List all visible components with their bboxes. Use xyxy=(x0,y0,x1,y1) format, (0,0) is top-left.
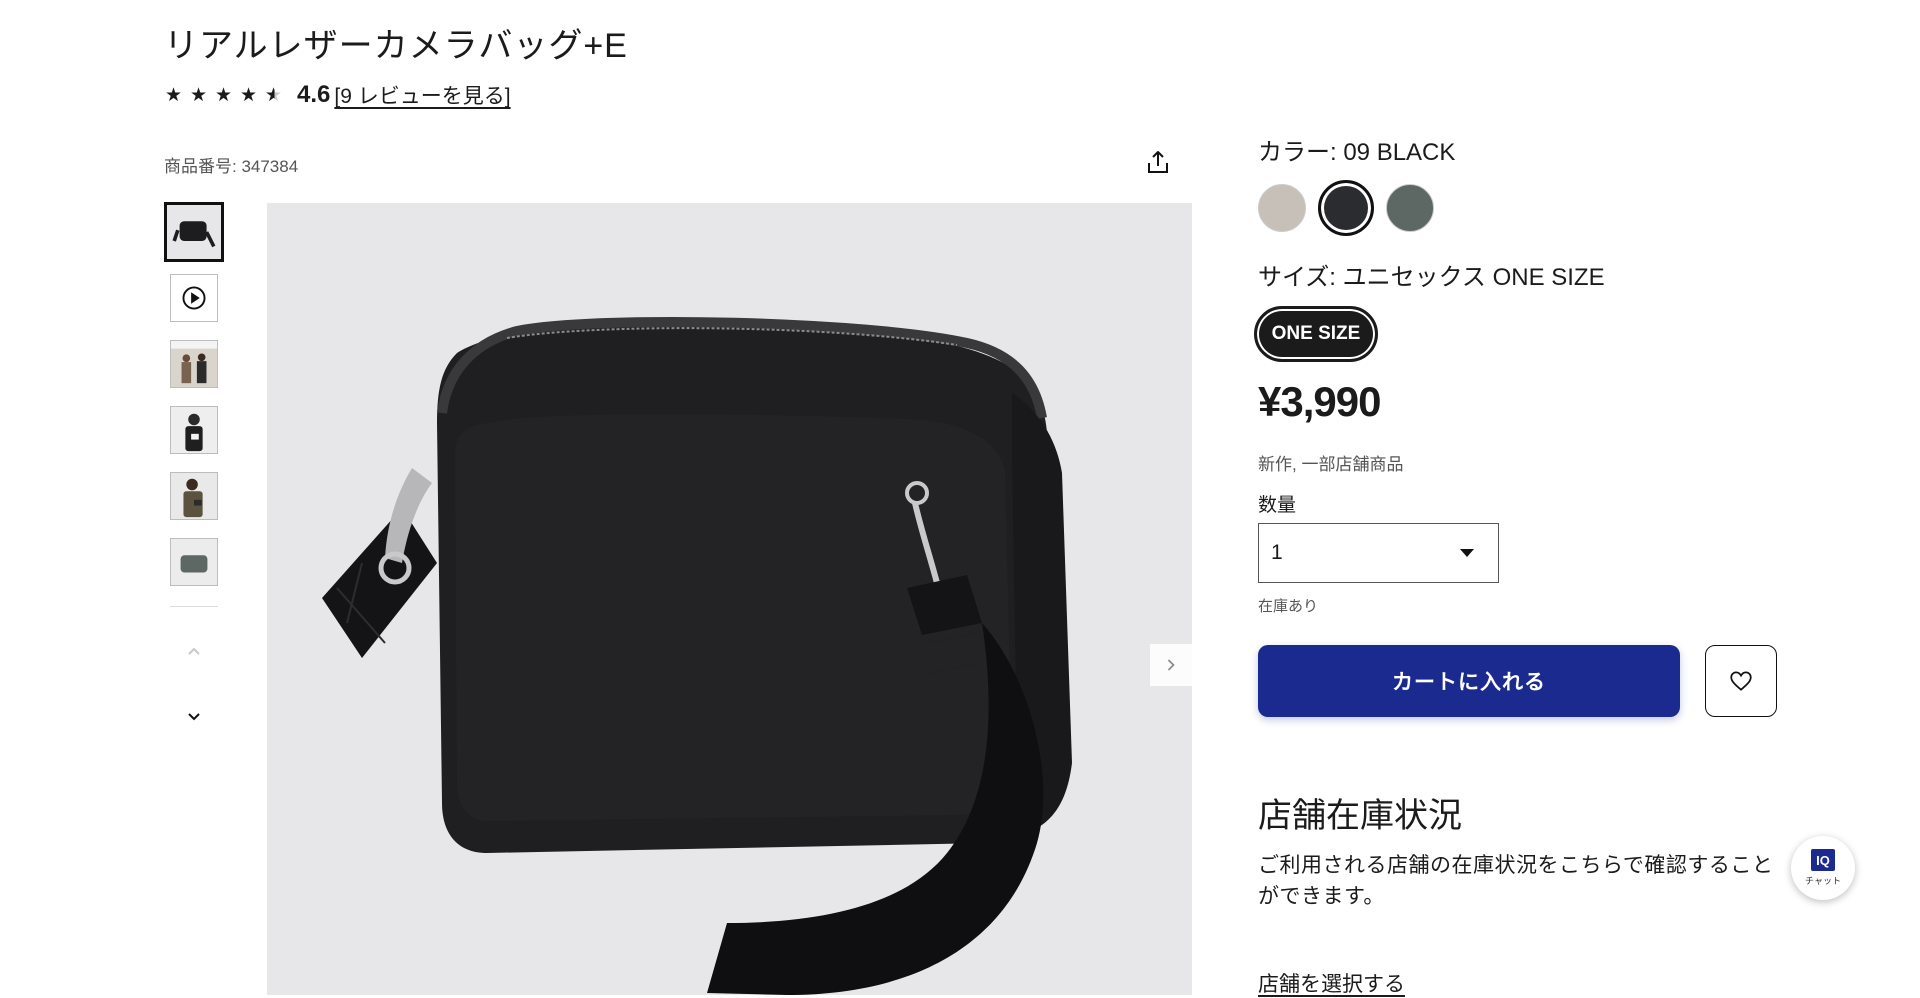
star-icon: ★ xyxy=(214,84,233,106)
thumbnail-bag-green[interactable] xyxy=(170,538,218,586)
caret-down-icon xyxy=(1460,549,1474,557)
rating-row: ★ ★ ★ ★ ★ 4.6 [9 レビューを見る] xyxy=(164,80,511,110)
share-icon[interactable] xyxy=(1144,148,1172,176)
chat-label: チャット xyxy=(1805,876,1841,886)
wishlist-button[interactable] xyxy=(1705,645,1777,717)
thumbnail-lifestyle-pair[interactable] xyxy=(170,340,218,388)
chevron-up-icon[interactable] xyxy=(182,640,206,664)
rating-stars: ★ ★ ★ ★ ★ xyxy=(164,84,283,107)
star-icon: ★ xyxy=(189,84,208,106)
color-swatches xyxy=(1258,180,1434,236)
thumbnail-model-white[interactable] xyxy=(170,406,218,454)
product-number: 商品番号: 347384 xyxy=(164,157,299,176)
rating-value: 4.6 xyxy=(297,81,331,108)
thumbnail-divider xyxy=(170,606,218,607)
thumbnail-bag-black[interactable] xyxy=(164,202,224,262)
half-star-icon: ★ xyxy=(264,84,283,106)
thumbnail-video[interactable] xyxy=(170,274,218,322)
price: ¥3,990 xyxy=(1258,378,1381,425)
add-to-cart-button[interactable]: カートに入れる xyxy=(1258,645,1680,717)
product-tags: 新作, 一部店舗商品 xyxy=(1258,455,1404,474)
stock-status: 在庫あり xyxy=(1258,598,1319,615)
size-option-one-size[interactable]: ONE SIZE xyxy=(1254,306,1378,362)
star-icon: ★ xyxy=(164,84,183,106)
color-label: カラー: 09 BLACK xyxy=(1258,139,1456,166)
main-product-image xyxy=(267,203,1192,995)
star-icon: ★ xyxy=(239,84,258,106)
color-swatch-green[interactable] xyxy=(1386,184,1434,232)
chat-button[interactable]: IQ チャット xyxy=(1791,836,1855,900)
store-stock-description: ご利用される店舗の在庫状況をこちらで確認することができます。 xyxy=(1258,854,1774,908)
color-swatch-black[interactable] xyxy=(1318,180,1374,236)
color-swatch-beige[interactable] xyxy=(1258,184,1306,232)
quantity-value: 1 xyxy=(1271,541,1283,564)
next-image-button[interactable] xyxy=(1150,644,1192,686)
chevron-right-icon xyxy=(1167,659,1175,671)
store-stock-heading: 店舗在庫状況 xyxy=(1258,797,1462,835)
product-title: リアルレザーカメラバッグ+E xyxy=(164,27,628,65)
chevron-down-icon[interactable] xyxy=(182,704,206,728)
review-link[interactable]: [9 レビューを見る] xyxy=(334,80,510,110)
size-label: サイズ: ユニセックス ONE SIZE xyxy=(1258,264,1605,291)
select-store-link[interactable]: 店舗を選択する xyxy=(1258,968,1405,998)
heart-icon xyxy=(1730,671,1752,691)
chat-logo-icon: IQ xyxy=(1811,849,1835,871)
quantity-label: 数量 xyxy=(1258,495,1297,516)
thumbnail-model-olive[interactable] xyxy=(170,472,218,520)
quantity-select[interactable]: 1 xyxy=(1258,523,1499,583)
